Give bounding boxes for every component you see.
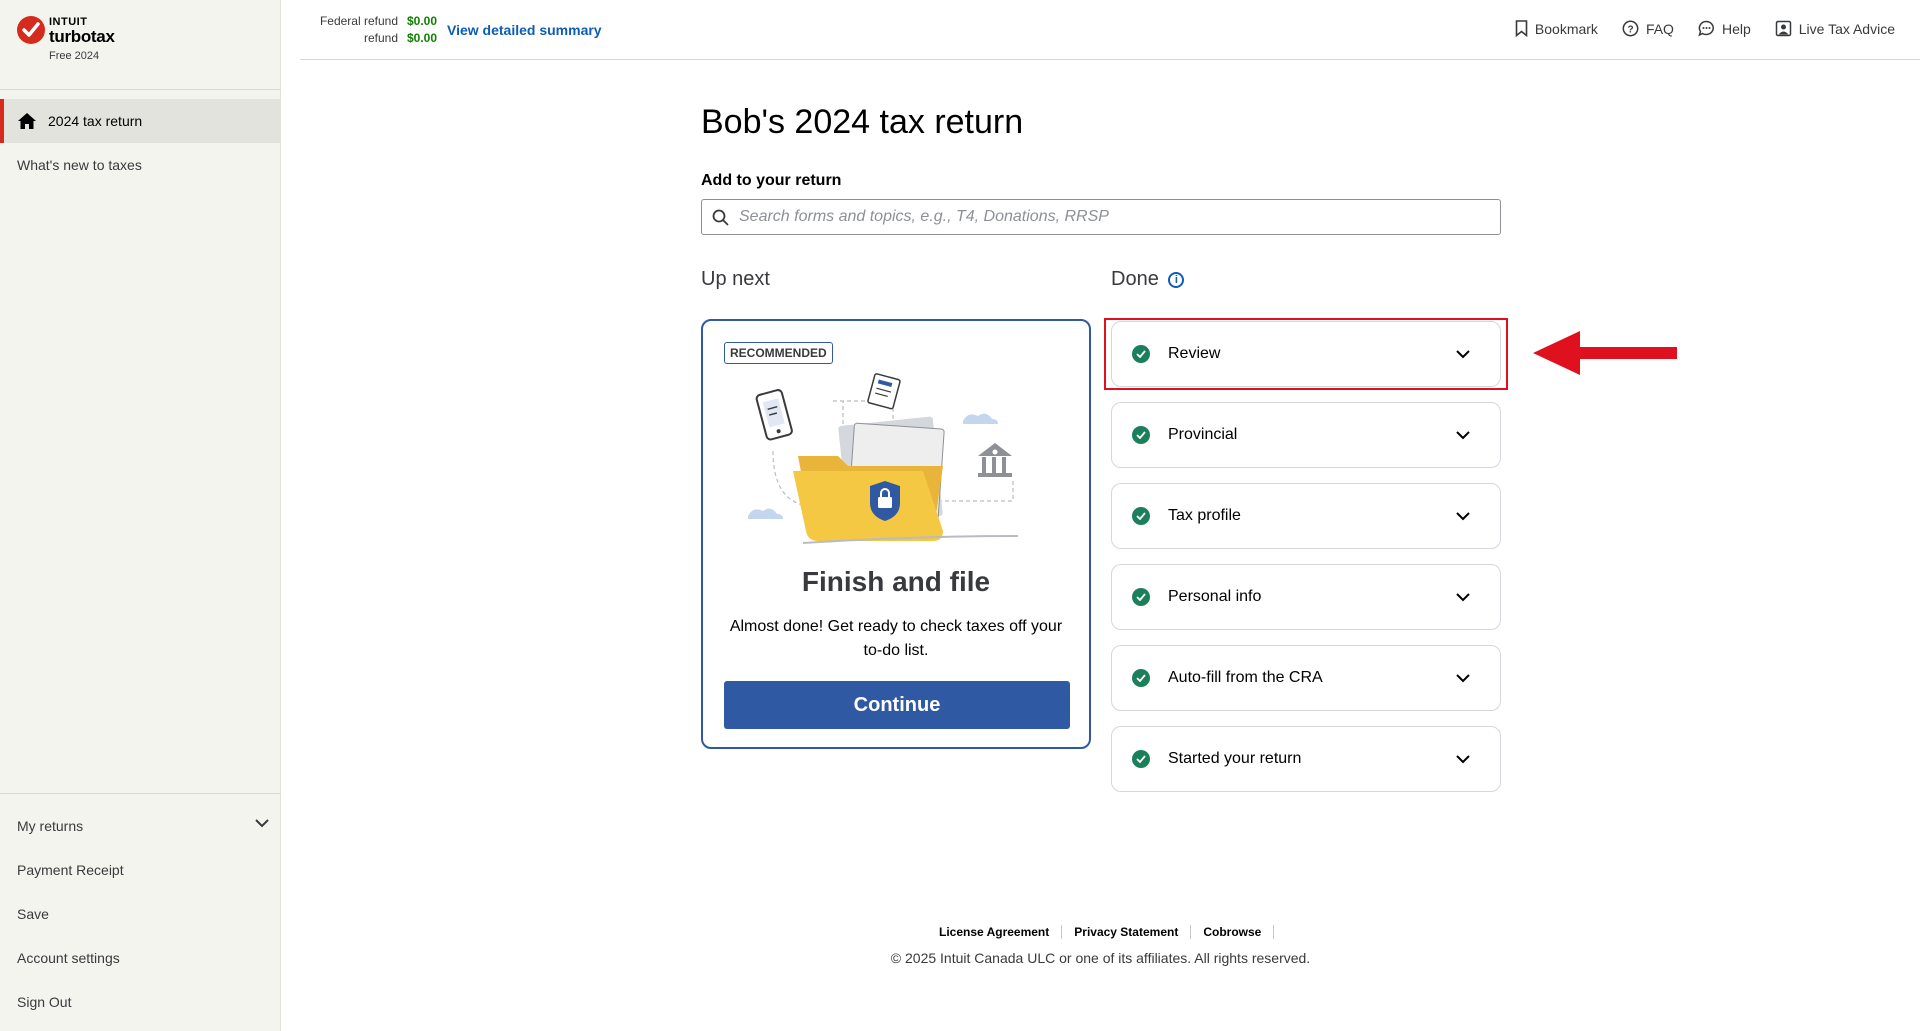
federal-refund-label: Federal refund [319, 14, 398, 28]
page-title: Bob's 2024 tax return [701, 103, 1024, 141]
home-icon [18, 113, 36, 129]
done-item-tax-profile[interactable]: Tax profile [1111, 483, 1501, 549]
refund-value: $0.00 [407, 31, 438, 45]
done-item-label: Started your return [1168, 750, 1302, 767]
chevron-down-icon [1456, 430, 1470, 439]
top-nav: Bookmark ? FAQ Help Live Tax Advice [1515, 20, 1895, 37]
add-to-return-label: Add to your return [701, 172, 842, 189]
done-item-label: Provincial [1168, 426, 1238, 443]
sidebar: INTUIT turbotax Free 2024 2024 tax retur… [0, 0, 281, 1031]
sidebar-divider-bottom [0, 793, 281, 794]
bookmark-icon [1515, 20, 1528, 37]
check-circle-icon [1132, 750, 1150, 768]
check-circle-icon [1132, 507, 1150, 525]
check-circle-icon [1132, 588, 1150, 606]
chevron-down-icon [1456, 673, 1470, 682]
help-label: Help [1721, 20, 1751, 37]
review-highlight-box [1104, 318, 1508, 390]
sidebar-item-save[interactable]: Save [17, 906, 49, 922]
sidebar-item-my-returns[interactable]: My returns [17, 818, 83, 834]
done-item-provincial[interactable]: Provincial [1111, 402, 1501, 468]
refund-values: $0.00 $0.00 [407, 13, 437, 47]
federal-refund-value: $0.00 [407, 14, 438, 28]
check-circle-icon [1132, 669, 1150, 687]
sidebar-item-payment-receipt[interactable]: Payment Receipt [17, 862, 124, 878]
cobrowse-link[interactable]: Cobrowse [1191, 925, 1275, 939]
chevron-down-icon[interactable] [255, 819, 269, 828]
refund-labels: Federal refund refund [318, 13, 398, 47]
sidebar-item-sign-out[interactable]: Sign Out [17, 994, 71, 1010]
done-item-started-return[interactable]: Started your return [1111, 726, 1501, 792]
svg-text:?: ? [1627, 25, 1633, 36]
chevron-down-icon [1456, 754, 1470, 763]
question-circle-icon: ? [1622, 20, 1639, 37]
search-icon [712, 209, 729, 226]
license-agreement-link[interactable]: License Agreement [927, 925, 1063, 939]
done-item-personal-info[interactable]: Personal info [1111, 564, 1501, 630]
done-item-auto-fill-cra[interactable]: Auto-fill from the CRA [1111, 645, 1501, 711]
refund-label: refund [363, 31, 398, 45]
turbotax-logo[interactable]: INTUIT turbotax Free 2024 [17, 14, 137, 66]
checkmark-logo-icon [17, 16, 45, 44]
view-detailed-summary-link[interactable]: View detailed summary [447, 22, 602, 38]
check-circle-icon [1132, 426, 1150, 444]
faq-label: FAQ [1645, 20, 1674, 37]
page: INTUIT turbotax Free 2024 2024 tax retur… [0, 0, 1920, 1031]
top-header: Federal refund refund $0.00 $0.00 View d… [300, 0, 1920, 60]
done-item-label: Personal info [1168, 588, 1262, 605]
search-input[interactable] [739, 208, 1479, 226]
continue-button[interactable]: Continue [724, 681, 1070, 729]
live-tax-advice-label: Live Tax Advice [1798, 20, 1895, 37]
help-button[interactable]: Help [1698, 20, 1751, 37]
card-description: Almost done! Get ready to check taxes of… [729, 618, 1063, 659]
sidebar-item-label: 2024 tax return [48, 113, 143, 129]
sidebar-divider [0, 89, 281, 90]
expert-portrait-icon [1775, 20, 1791, 37]
sidebar-item-whats-new[interactable]: What's new to taxes [17, 157, 142, 173]
logo-turbotax-text: turbotax [49, 27, 115, 46]
info-icon[interactable]: i [1168, 272, 1185, 288]
card-title: Finish and file [801, 566, 991, 597]
folder-illustration-icon [748, 373, 1019, 544]
chat-bubble-icon [1698, 20, 1714, 37]
up-next-heading: Up next [701, 268, 770, 290]
done-item-label: Tax profile [1168, 507, 1241, 524]
footer-links: License Agreement Privacy Statement Cobr… [927, 925, 1275, 939]
finish-and-file-card: RECOMMENDED Finish and file Almost done!… [701, 319, 1091, 749]
edition-label: Free 2024 [49, 50, 100, 62]
bookmark-button[interactable]: Bookmark [1515, 20, 1598, 37]
done-heading: Done i [1111, 268, 1185, 291]
chevron-down-icon [1456, 592, 1470, 601]
copyright-text: © 2025 Intuit Canada ULC or one of its a… [890, 950, 1311, 966]
chevron-down-icon [1456, 511, 1470, 520]
faq-button[interactable]: ? FAQ [1622, 20, 1674, 37]
live-tax-advice-button[interactable]: Live Tax Advice [1775, 20, 1895, 37]
recommended-badge: RECOMMENDED [724, 342, 833, 364]
privacy-statement-link[interactable]: Privacy Statement [1062, 925, 1192, 939]
sidebar-item-tax-return[interactable]: 2024 tax return [0, 99, 281, 143]
bookmark-label: Bookmark [1534, 20, 1598, 37]
done-item-label: Auto-fill from the CRA [1168, 669, 1323, 686]
red-arrow-annotation-icon [1533, 331, 1677, 375]
done-label: Done [1111, 268, 1159, 290]
search-box[interactable] [701, 199, 1501, 235]
